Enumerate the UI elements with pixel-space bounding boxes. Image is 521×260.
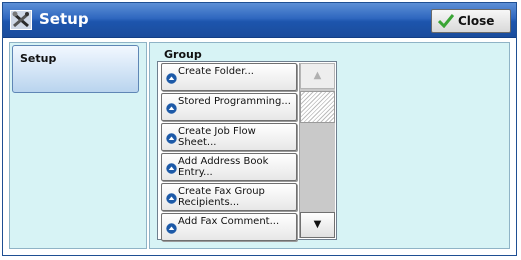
title-bar: Setup Close [3,3,516,38]
close-button-label: Close [458,14,495,28]
scrollbar-track[interactable]: ▲ ▼ [299,63,335,238]
blue-circle-arrow-icon [166,133,177,144]
list-item-label: Create Folder... [178,66,254,77]
list-item-create-job-flow-sheet[interactable]: Create Job Flow Sheet... [161,123,297,151]
list-item-create-folder[interactable]: Create Folder... [161,63,297,91]
blue-circle-arrow-icon [166,73,177,84]
group-panel: Group Create Folder... Stored Programmin… [149,42,510,249]
group-list: Create Folder... Stored Programming... C… [157,61,337,241]
blue-circle-arrow-icon [166,163,177,174]
tab-setup[interactable]: Setup [12,45,139,93]
list-item-create-fax-group-recipients[interactable]: Create Fax Group Recipients... [161,183,297,211]
tab-setup-label: Setup [20,52,57,65]
blue-circle-arrow-icon [166,223,177,234]
blue-circle-arrow-icon [166,103,177,114]
group-heading: Group [164,48,202,61]
list-item-add-address-book-entry[interactable]: Add Address Book Entry... [161,153,297,181]
checkmark-icon [438,14,454,28]
content-area: Setup Group Create Folder... Stored Prog… [3,38,516,255]
setup-tools-icon [10,10,32,30]
setup-window: Setup Close Setup Group Create Folder... [2,2,517,256]
list-item-stored-programming[interactable]: Stored Programming... [161,93,297,121]
list-item-label: Stored Programming... [178,96,291,107]
close-button[interactable]: Close [431,9,511,33]
list-item-label: Create Job Flow Sheet... [178,126,256,148]
list-item-label: Create Fax Group Recipients... [178,186,265,208]
scroll-down-button[interactable]: ▼ [300,212,335,238]
list-item-add-fax-comment[interactable]: Add Fax Comment... [161,213,297,241]
scroll-up-button[interactable]: ▲ [300,63,335,89]
scrollbar-thumb[interactable] [300,91,335,123]
window-title: Setup [39,10,89,28]
list-item-label: Add Address Book Entry... [178,156,269,178]
blue-circle-arrow-icon [166,193,177,204]
list-item-label: Add Fax Comment... [178,216,280,227]
